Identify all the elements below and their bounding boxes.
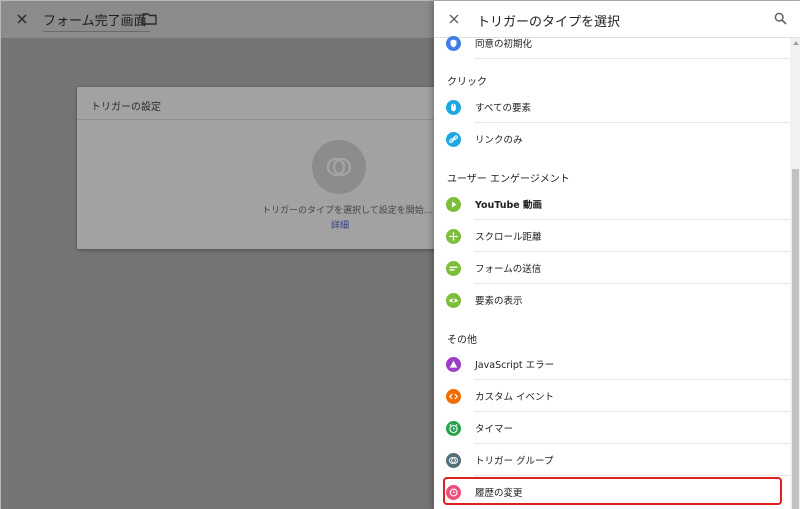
- form-icon: [446, 261, 461, 276]
- list-item-label: トリガー グループ: [475, 456, 554, 467]
- section-title-other: その他: [447, 335, 477, 346]
- list-item-label: リンクのみ: [475, 135, 523, 146]
- search-icon[interactable]: [774, 12, 787, 25]
- scrollbar-thumb[interactable]: [792, 169, 799, 509]
- list-item-youtube-video[interactable]: YouTube 動画: [434, 188, 790, 220]
- link-icon: [446, 132, 461, 147]
- details-link[interactable]: 詳細: [331, 218, 349, 231]
- list-item-scroll-depth[interactable]: スクロール距離: [434, 220, 790, 252]
- list-item-label: タイマー: [475, 424, 514, 435]
- list-item-label: 要素の表示: [475, 296, 523, 307]
- folder-icon[interactable]: [142, 12, 157, 25]
- close-icon[interactable]: [448, 13, 460, 25]
- eye-icon: [446, 293, 461, 308]
- close-icon[interactable]: [14, 11, 30, 27]
- section-title-click: クリック: [447, 77, 487, 88]
- scroll-up-arrow-icon[interactable]: [793, 41, 799, 45]
- trigger-config-card[interactable]: トリガーの設定 トリガーのタイプを選択して設定を開始... 詳細: [77, 87, 457, 249]
- list-item-label: JavaScript エラー: [475, 360, 555, 371]
- list-item-timer[interactable]: タイマー: [434, 412, 790, 444]
- trigger-placeholder-icon: [312, 140, 366, 194]
- list-item-label: すべての要素: [475, 103, 531, 114]
- card-hint: トリガーのタイプを選択して設定を開始...: [262, 206, 433, 216]
- highlight-box: [443, 477, 782, 505]
- code-icon: [446, 389, 461, 404]
- list-item-form-submission[interactable]: フォームの送信: [434, 252, 790, 284]
- tag-name-title[interactable]: フォーム完了画面: [43, 10, 150, 32]
- list-item-all-elements[interactable]: すべての要素: [434, 91, 790, 123]
- alarm-icon: [446, 421, 461, 436]
- list-item-label: カスタム イベント: [475, 392, 555, 403]
- move-icon: [446, 229, 461, 244]
- play-icon: [446, 197, 461, 212]
- card-title: トリガーの設定: [77, 87, 457, 120]
- list-item-trigger-group[interactable]: トリガー グループ: [434, 444, 790, 476]
- list-item-links-only[interactable]: リンクのみ: [434, 123, 790, 155]
- trigger-type-panel: トリガーのタイプを選択 同意の初期化 クリック すべての要素 リンクのみ ユーザ…: [434, 1, 800, 509]
- shield-icon: [446, 36, 461, 51]
- list-item-label: フォームの送信: [475, 264, 542, 275]
- list-item-label: YouTube 動画: [475, 200, 543, 211]
- group-icon: [446, 453, 461, 468]
- list-item-javascript-error[interactable]: JavaScript エラー: [434, 348, 790, 380]
- list-item-custom-event[interactable]: カスタム イベント: [434, 380, 790, 412]
- list-item-label: 同意の初期化: [475, 39, 533, 50]
- list-item-element-visibility[interactable]: 要素の表示: [434, 284, 790, 316]
- mouse-icon: [446, 100, 461, 115]
- section-title-user-engagement: ユーザー エンゲージメント: [447, 174, 570, 185]
- warning-icon: [446, 357, 461, 372]
- list-item-label: スクロール距離: [475, 232, 542, 243]
- list-item-consent-init[interactable]: 同意の初期化: [434, 27, 790, 59]
